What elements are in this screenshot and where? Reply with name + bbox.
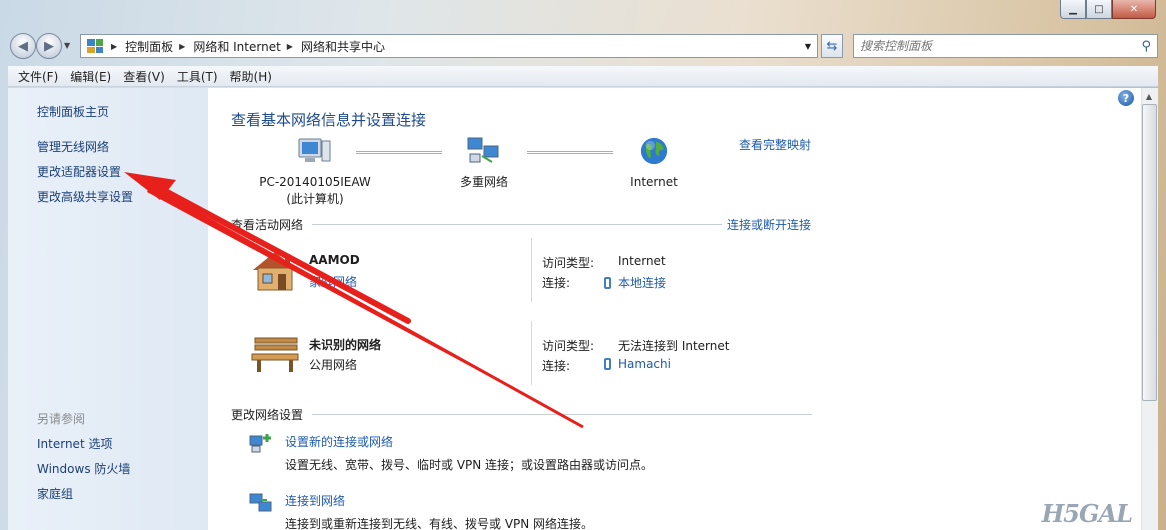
connect-to-network-link[interactable]: 连接到网络 — [285, 492, 345, 509]
search-input[interactable] — [854, 36, 1124, 56]
menu-file[interactable]: 文件(F) — [18, 68, 58, 85]
scroll-thumb[interactable] — [1142, 104, 1157, 401]
connect-disconnect-link[interactable]: 连接或断开连接 — [727, 216, 811, 233]
refresh-button[interactable]: ⇆ — [821, 34, 843, 58]
breadcrumb-network-internet[interactable]: 网络和 Internet — [193, 38, 280, 55]
bench-icon — [251, 337, 299, 372]
access-type-label: 访问类型: — [542, 339, 595, 353]
vertical-scrollbar[interactable]: ▲ — [1141, 88, 1158, 530]
menu-view[interactable]: 查看(V) — [123, 68, 165, 85]
net-node-internet: Internet — [616, 136, 692, 191]
close-button[interactable]: ✕ — [1112, 0, 1156, 19]
home-network-icon — [253, 252, 297, 291]
net-node-computer: PC-20140105IEAW (此计算机) — [250, 136, 380, 208]
connection-label: 连接: — [542, 276, 571, 290]
connection-label: 连接: — [542, 359, 571, 373]
network-name-unidentified: 未识别的网络 — [309, 338, 382, 352]
active-networks-header: 查看活动网络 — [231, 218, 304, 232]
sidebar-link-manage-wireless[interactable]: 管理无线网络 — [37, 138, 109, 155]
map-connector — [527, 151, 613, 154]
net-node-multiple: 多重网络 — [444, 136, 524, 191]
forward-button[interactable]: ▶ — [36, 33, 62, 59]
menu-edit[interactable]: 编辑(E) — [70, 68, 111, 85]
computer-name: PC-20140105IEAW — [259, 175, 371, 189]
maximize-button[interactable]: □ — [1086, 0, 1112, 19]
connection-plug-icon — [604, 276, 611, 289]
connect-to-network-desc: 连接到或重新连接到无线、有线、拨号或 VPN 网络连接。 — [285, 517, 594, 530]
back-button[interactable]: ◀ — [10, 33, 36, 59]
refresh-icon: ⇆ — [826, 38, 838, 54]
connection-plug-icon — [604, 358, 611, 370]
address-bar[interactable]: ▶ 控制面板 ▶ 网络和 Internet ▶ 网络和共享中心 ▼ — [80, 34, 818, 58]
help-icon[interactable]: ? — [1118, 90, 1134, 106]
menu-tools[interactable]: 工具(T) — [177, 68, 218, 85]
sidebar-link-homegroup[interactable]: 家庭组 — [37, 485, 73, 502]
connection-name: 本地连接 — [618, 276, 667, 290]
navigation-bar: ◀ ▶ ▼ ▶ 控制面板 ▶ 网络和 Internet ▶ 网络和共享中心 ▼ … — [8, 32, 1158, 60]
connect-network-icon — [249, 493, 272, 512]
sidebar-link-home[interactable]: 控制面板主页 — [37, 103, 109, 120]
main-panel: ? ▲ 查看基本网络信息并设置连接 查看完整映射 PC-20140105IEAW… — [208, 88, 1158, 530]
access-type-label: 访问类型: — [542, 256, 595, 270]
address-dropdown-icon[interactable]: ▼ — [805, 42, 811, 51]
network-type-home[interactable]: 家庭网络 — [309, 273, 357, 290]
section-divider — [312, 414, 812, 415]
menu-help[interactable]: 帮助(H) — [230, 68, 272, 85]
multiple-networks-label: 多重网络 — [459, 175, 508, 189]
history-dropdown-icon[interactable]: ▼ — [64, 41, 70, 50]
breadcrumb-separator-icon[interactable]: ▶ — [111, 42, 117, 51]
menu-bar: 文件(F) 编辑(E) 查看(V) 工具(T) 帮助(H) — [8, 66, 1158, 87]
section-divider — [312, 224, 722, 225]
control-panel-icon — [87, 39, 103, 53]
computer-icon — [298, 138, 331, 162]
computer-sub: (此计算机) — [286, 192, 344, 206]
scroll-up-icon[interactable]: ▲ — [1141, 88, 1157, 104]
sidebar-link-advanced-sharing[interactable]: 更改高级共享设置 — [37, 188, 133, 205]
network-name-aamod: AAMOD — [309, 253, 360, 267]
new-connection-icon — [249, 434, 271, 453]
watermark-logo: H5GAL — [1041, 499, 1133, 528]
network-divider — [531, 321, 532, 385]
network-type-public: 公用网络 — [309, 358, 358, 372]
left-arrow-icon: ◀ — [18, 38, 28, 54]
change-settings-header: 更改网络设置 — [231, 408, 304, 422]
access-type-value: 无法连接到 Internet — [618, 339, 730, 353]
search-box[interactable]: ⚲ — [853, 34, 1158, 58]
setup-new-connection-desc: 设置无线、宽带、拨号、临时或 VPN 连接；或设置路由器或访问点。 — [285, 458, 654, 472]
internet-label: Internet — [630, 175, 678, 189]
breadcrumb-separator-icon[interactable]: ▶ — [179, 42, 185, 51]
sidebar-link-internet-options[interactable]: Internet 选项 — [37, 435, 112, 452]
connection-link-hamachi[interactable]: Hamachi — [604, 357, 671, 371]
full-map-link[interactable]: 查看完整映射 — [739, 136, 811, 153]
access-type-value: Internet — [618, 254, 666, 268]
map-connector — [356, 151, 442, 154]
content-area: 控制面板主页 管理无线网络 更改适配器设置 更改高级共享设置 另请参阅 Inte… — [8, 88, 1158, 530]
sidebar: 控制面板主页 管理无线网络 更改适配器设置 更改高级共享设置 另请参阅 Inte… — [8, 88, 208, 530]
right-arrow-icon: ▶ — [44, 38, 54, 54]
breadcrumb-network-sharing-center[interactable]: 网络和共享中心 — [301, 38, 385, 55]
page-title: 查看基本网络信息并设置连接 — [231, 111, 427, 129]
breadcrumb-control-panel[interactable]: 控制面板 — [125, 38, 173, 55]
search-icon[interactable]: ⚲ — [1141, 39, 1151, 54]
minimize-button[interactable]: ▁ — [1060, 0, 1086, 19]
multiple-networks-icon — [467, 137, 499, 163]
see-also-header: 另请参阅 — [37, 412, 86, 426]
connection-name: Hamachi — [618, 357, 671, 371]
sidebar-link-adapter-settings[interactable]: 更改适配器设置 — [37, 163, 121, 180]
network-divider — [531, 238, 532, 302]
connection-link-local[interactable]: 本地连接 — [604, 274, 666, 291]
breadcrumb-separator-icon[interactable]: ▶ — [287, 42, 293, 51]
sidebar-link-firewall[interactable]: Windows 防火墙 — [37, 460, 130, 477]
setup-new-connection-link[interactable]: 设置新的连接或网络 — [285, 433, 393, 450]
window-controls: ▁ □ ✕ — [1060, 0, 1156, 19]
globe-icon — [640, 137, 668, 165]
